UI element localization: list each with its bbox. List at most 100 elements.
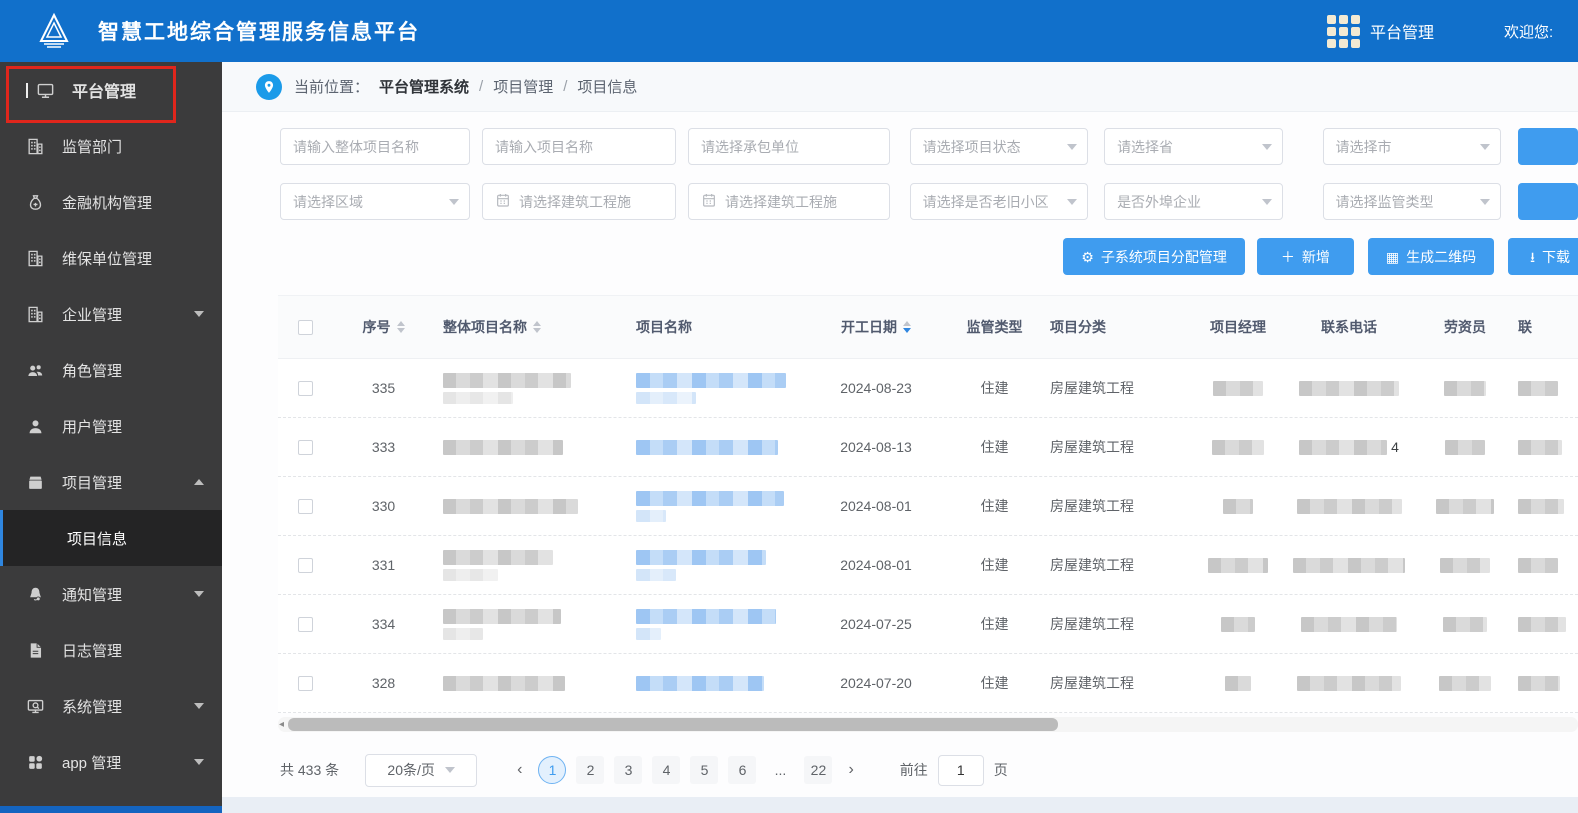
page-button-5[interactable]: 5: [690, 756, 719, 784]
cell-contact-phone-redacted: [1278, 359, 1420, 417]
calendar-icon: [495, 192, 511, 211]
sidebar-item-金融机构管理[interactable]: 金融机构管理: [0, 174, 222, 230]
cell-start-date: 2024-07-25: [840, 616, 912, 632]
select-请选择是否老旧小区[interactable]: 请选择是否老旧小区: [909, 183, 1089, 220]
row-checkbox[interactable]: [297, 616, 313, 632]
cell-project-name-link-redacted[interactable]: [628, 477, 805, 535]
sidebar-item-label: 企业管理: [62, 306, 123, 324]
scrollbar-thumb[interactable]: [288, 718, 1058, 731]
cell-project-name-link-redacted[interactable]: [628, 536, 805, 594]
download-icon: ⭳: [1530, 248, 1535, 265]
input-请输入项目名称[interactable]: [482, 128, 676, 165]
row-checkbox[interactable]: [297, 380, 313, 396]
generate-qrcode-button[interactable]: ▦ 生成二维码: [1367, 238, 1495, 275]
input-请选择承包单位[interactable]: [687, 128, 890, 165]
building-icon: [26, 304, 46, 324]
text-input[interactable]: [495, 138, 665, 155]
cell-overall-project-name-redacted: [435, 359, 628, 417]
building-icon: [26, 136, 46, 156]
text-input[interactable]: [293, 138, 460, 155]
page-button-1[interactable]: 1: [538, 756, 567, 784]
page-button-6[interactable]: 6: [728, 756, 757, 784]
cell-project-name-link-redacted[interactable]: [628, 359, 805, 417]
next-page-button[interactable]: ›: [842, 761, 859, 779]
select-请选择项目状态[interactable]: 请选择项目状态: [909, 128, 1089, 165]
cell-overall-project-name-redacted: [435, 595, 628, 653]
pagination-bar: 共 433 条 20条/页 ‹ 123456... 22 › 前往 页: [280, 750, 1578, 790]
platform-grid-icon[interactable]: [1326, 14, 1360, 48]
sidebar-item-日志管理[interactable]: 日志管理: [0, 622, 222, 678]
sidebar-item-label: 通知管理: [62, 586, 123, 604]
chevron-down-icon: [194, 703, 204, 709]
select-是否外埠企业[interactable]: 是否外埠企业: [1104, 183, 1283, 220]
text-input[interactable]: [700, 138, 879, 155]
sidebar-item-label: 平台管理: [72, 84, 137, 101]
cell-project-name-link-redacted[interactable]: [628, 654, 805, 712]
cell-project-name-link-redacted[interactable]: [628, 595, 805, 653]
sidebar-item-通知管理[interactable]: 通知管理: [0, 566, 222, 622]
sort-icon[interactable]: [396, 321, 405, 333]
subsystem-assign-button[interactable]: ⚙ 子系统项目分配管理: [1063, 238, 1245, 275]
cell-project-manager-redacted: [1198, 359, 1278, 417]
chevron-down-icon: [1067, 198, 1078, 205]
sidebar-item-监管部门[interactable]: 监管部门: [0, 118, 222, 174]
bottom-strip: [222, 797, 1578, 813]
sort-icon[interactable]: [533, 321, 541, 333]
page-button-2[interactable]: 2: [576, 756, 605, 784]
row-checkbox[interactable]: [297, 498, 313, 514]
sort-icon[interactable]: [903, 321, 911, 333]
prev-page-button[interactable]: ‹: [511, 761, 528, 779]
select-请选择省[interactable]: 请选择省: [1104, 128, 1283, 165]
breadcrumb-item-project-info[interactable]: 项目信息: [577, 76, 637, 97]
search-button-truncated[interactable]: [1518, 128, 1578, 165]
topbar-platform-label[interactable]: 平台管理: [1370, 19, 1434, 43]
sidebar: 平台管理监管部门 金融机构管理 维保单位管理企业管理角色管理 用户管理 项目管理 项目信息…: [0, 62, 222, 813]
sidebar-item-label: 日志管理: [62, 642, 123, 660]
welcome-text: 欢迎您:: [1504, 23, 1554, 41]
sidebar-item-用户管理[interactable]: 用户管理: [0, 398, 222, 454]
sidebar-item-app管理[interactable]: app 管理: [0, 734, 222, 790]
column-header-整体项目名称[interactable]: 整体项目名称: [435, 317, 628, 337]
breadcrumb-root[interactable]: 平台管理系统: [379, 76, 469, 97]
sidebar-item-label: app 管理: [62, 754, 122, 772]
reset-button-truncated[interactable]: [1518, 183, 1578, 220]
page-title: 智慧工地综合管理服务信息平台: [98, 21, 420, 44]
input-请输入整体项目名称[interactable]: [280, 128, 471, 165]
table-row: 330 2024-08-01 住建 房屋建筑工程: [278, 477, 1578, 536]
breadcrumb-prefix: 当前位置：: [294, 79, 370, 96]
select-all-checkbox[interactable]: [297, 319, 313, 335]
horizontal-scrollbar[interactable]: ◂: [278, 717, 1578, 732]
select-请选择区域[interactable]: 请选择区域: [280, 183, 471, 220]
row-checkbox[interactable]: [297, 675, 313, 691]
sidebar-item-维保单位管理[interactable]: 维保单位管理: [0, 230, 222, 286]
cell-truncated-redacted: [1510, 536, 1578, 594]
row-checkbox[interactable]: [297, 557, 313, 573]
sidebar-item-企业管理[interactable]: 企业管理: [0, 286, 222, 342]
breadcrumb-item-project-mgmt[interactable]: 项目管理: [493, 76, 553, 97]
datepicker-请选择建筑工程施[interactable]: 请选择建筑工程施: [482, 183, 676, 220]
sidebar-item-平台管理[interactable]: 平台管理: [0, 62, 222, 118]
page-button-4[interactable]: 4: [652, 756, 681, 784]
download-button[interactable]: ⭳ 下载: [1508, 238, 1578, 275]
cell-labor-officer-redacted: [1420, 536, 1510, 594]
datepicker-请选择建筑工程施[interactable]: 请选择建筑工程施: [687, 183, 890, 220]
goto-page-input[interactable]: [937, 754, 984, 786]
cell-project-name-link-redacted[interactable]: [628, 418, 805, 476]
page-button-22[interactable]: 22: [804, 756, 833, 784]
sidebar-item-系统管理[interactable]: 系统管理: [0, 678, 222, 734]
total-count: 共 433 条: [280, 762, 340, 778]
sidebar-item-角色管理[interactable]: 角色管理: [0, 342, 222, 398]
row-checkbox[interactable]: [297, 439, 313, 455]
select-请选择监管类型[interactable]: 请选择监管类型: [1322, 183, 1501, 220]
column-header-开工日期[interactable]: 开工日期: [805, 317, 947, 337]
scroll-left-arrow-icon[interactable]: ◂: [279, 719, 284, 730]
column-header-序号[interactable]: 序号: [332, 317, 435, 337]
user-icon: [26, 416, 46, 436]
cell-seq: 330: [371, 498, 396, 514]
add-button[interactable]: ＋ 新增: [1256, 238, 1354, 275]
page-button-3[interactable]: 3: [614, 756, 643, 784]
page-size-select[interactable]: 20条/页: [365, 753, 478, 787]
sidebar-item-项目信息[interactable]: 项目信息: [0, 510, 222, 566]
sidebar-item-项目管理[interactable]: 项目管理: [0, 454, 222, 510]
select-请选择市[interactable]: 请选择市: [1322, 128, 1501, 165]
